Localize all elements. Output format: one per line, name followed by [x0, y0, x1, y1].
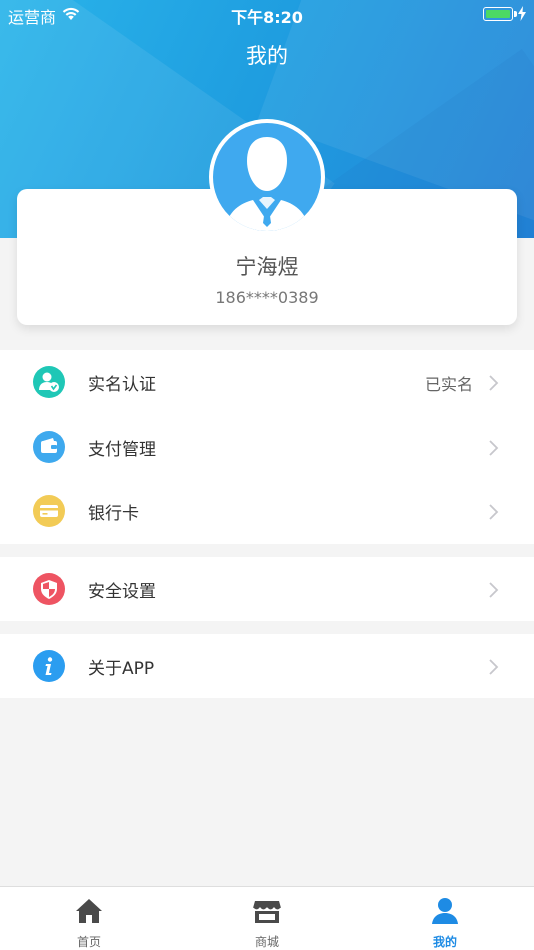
verification-status: 已实名: [424, 375, 473, 394]
wallet-icon: [33, 430, 65, 463]
store-icon: [252, 896, 282, 930]
menu-label: 支付管理: [88, 439, 156, 460]
info-icon: [33, 650, 65, 682]
status-bar: 运营商 下午8:20: [0, 0, 534, 28]
chevron-right-icon: [488, 581, 500, 603]
home-icon: [74, 896, 104, 930]
battery-icon: [483, 7, 517, 21]
menu-label: 银行卡: [88, 504, 139, 524]
menu-label: 关于APP: [88, 659, 155, 679]
verified-user-icon: [33, 366, 65, 398]
chevron-right-icon: [488, 658, 500, 680]
tab-store[interactable]: 商城: [178, 887, 356, 950]
user-phone: 186****0389: [215, 288, 319, 307]
tab-bar: 首页 商城 我的: [0, 886, 534, 950]
menu-label: 实名认证: [88, 375, 156, 395]
menu-item-about[interactable]: 关于APP: [0, 634, 534, 699]
user-avatar-icon: [213, 123, 321, 231]
tab-label: 商城: [254, 935, 279, 949]
chevron-right-icon: [488, 439, 500, 461]
chevron-right-icon: [488, 503, 500, 525]
menu-group-security: 安全设置: [0, 557, 534, 621]
bank-card-icon: [33, 495, 65, 527]
avatar[interactable]: [209, 119, 325, 235]
user-name: 宁海煜: [235, 255, 299, 279]
tab-mine[interactable]: 我的: [356, 887, 534, 950]
user-icon: [430, 896, 460, 930]
status-time: 下午8:20: [231, 8, 303, 27]
menu-group-about: 关于APP: [0, 634, 534, 698]
tab-label: 我的: [432, 935, 457, 949]
menu-item-real-name[interactable]: 实名认证 已实名: [0, 350, 534, 415]
menu-label: 安全设置: [88, 582, 156, 602]
page-title: 我的: [246, 44, 288, 68]
menu-group-account: 实名认证 已实名 支付管理 银行卡: [0, 350, 534, 544]
tab-home[interactable]: 首页: [0, 887, 178, 950]
charging-bolt-icon: [517, 6, 527, 25]
tab-label: 首页: [76, 935, 101, 949]
menu-item-payment[interactable]: 支付管理: [0, 415, 534, 480]
menu-item-bank-card[interactable]: 银行卡: [0, 479, 534, 544]
menu-item-security[interactable]: 安全设置: [0, 557, 534, 622]
shield-icon: [33, 573, 65, 605]
chevron-right-icon: [488, 374, 500, 396]
